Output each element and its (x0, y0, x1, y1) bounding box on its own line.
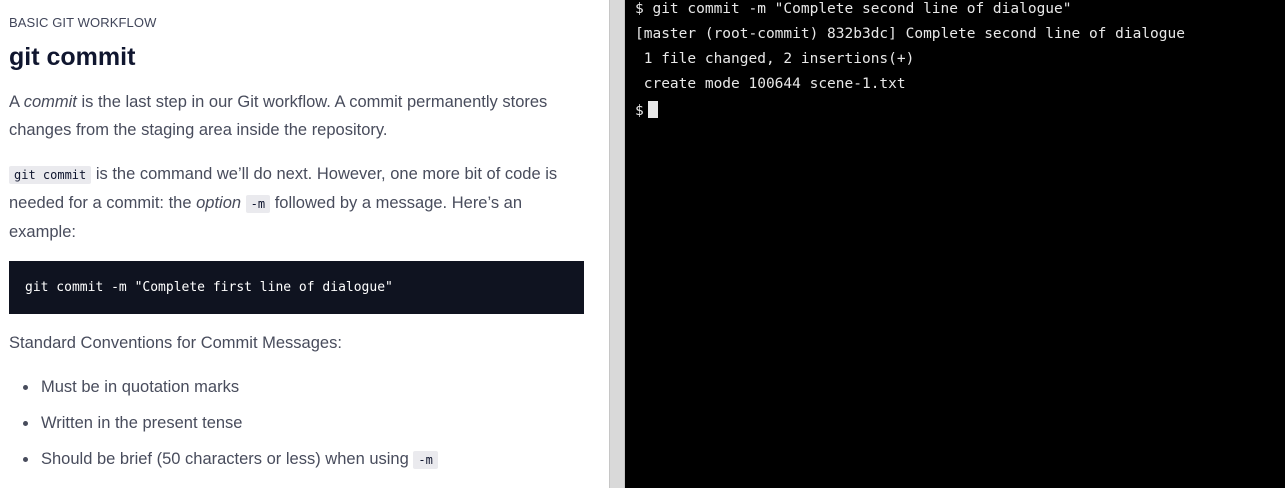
emphasis-text: commit (23, 93, 77, 111)
code-block-text: git commit -m "Complete first line of di… (25, 280, 393, 295)
emphasis-text: option (196, 194, 242, 212)
inline-code: -m (413, 451, 438, 469)
conventions-heading: Standard Conventions for Commit Messages… (9, 334, 342, 352)
list-item: Must be in quotation marks (9, 373, 599, 409)
lesson-panel: BASIC GIT WORKFLOW git commit A commit i… (0, 0, 609, 488)
list-item-text: Must be in quotation marks (41, 378, 240, 396)
text-run: A (9, 93, 24, 111)
bullet-icon (23, 457, 28, 462)
section-label: BASIC GIT WORKFLOW (9, 15, 157, 30)
terminal-line: 1 file changed, 2 insertions(+) (635, 51, 915, 67)
intro-paragraph: A commit is the last step in our Git wor… (9, 88, 591, 144)
text-run (241, 194, 246, 212)
list-item: Written in the present tense (9, 409, 599, 445)
inline-code: -m (245, 195, 271, 213)
code-block: git commit -m "Complete first line of di… (9, 261, 584, 314)
terminal-prompt: $ (635, 103, 644, 119)
terminal-line: $ git commit -m "Complete second line of… (635, 1, 1072, 17)
bullet-icon (23, 421, 28, 426)
text-run: is the last step in our Git workflow. A … (9, 93, 548, 139)
list-item-text: Should be brief (50 characters or less) … (41, 450, 414, 468)
terminal-line: [master (root-commit) 832b3dc] Complete … (635, 26, 1185, 42)
command-paragraph: git commit is the command we’ll do next.… (9, 160, 591, 246)
bullet-icon (23, 385, 28, 390)
list-item-text: Written in the present tense (41, 414, 243, 432)
panel-resize-handle[interactable] (609, 0, 625, 488)
terminal-prompt-line[interactable]: $ (635, 101, 658, 119)
inline-code: git commit (9, 166, 92, 184)
terminal-line: create mode 100644 scene-1.txt (635, 76, 906, 92)
terminal-cursor (647, 101, 658, 118)
list-item: Should be brief (50 characters or less) … (9, 445, 599, 481)
conventions-list: Must be in quotation marks Written in th… (9, 373, 599, 481)
terminal-panel[interactable]: $ git commit -m "Complete second line of… (625, 0, 1285, 488)
page-title: git commit (9, 43, 136, 71)
